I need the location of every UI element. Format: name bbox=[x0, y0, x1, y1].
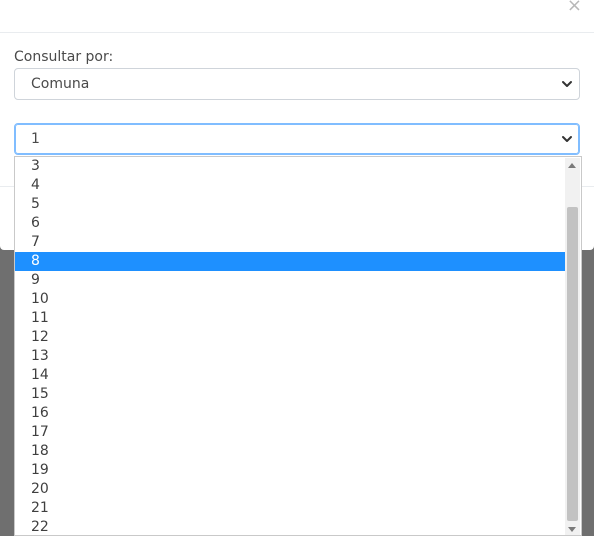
dropdown-option[interactable]: 8 bbox=[15, 252, 565, 271]
dropdown-option[interactable]: 5 bbox=[15, 195, 565, 214]
dropdown-option[interactable]: 10 bbox=[15, 290, 565, 309]
consultar-por-selected-value: Comuna bbox=[31, 76, 90, 92]
consultar-por-label: Consultar por: bbox=[14, 49, 114, 65]
dropdown-option[interactable]: 15 bbox=[15, 385, 565, 404]
dropdown-option[interactable]: 20 bbox=[15, 480, 565, 499]
dropdown-option[interactable]: 3 bbox=[15, 157, 565, 176]
dropdown-option[interactable]: 6 bbox=[15, 214, 565, 233]
scroll-down-icon[interactable] bbox=[568, 527, 576, 532]
chevron-down-icon bbox=[562, 81, 572, 87]
dropdown-option[interactable]: 14 bbox=[15, 366, 565, 385]
scroll-thumb[interactable] bbox=[567, 207, 578, 521]
dropdown-option[interactable]: 18 bbox=[15, 442, 565, 461]
dropdown-option[interactable]: 12 bbox=[15, 328, 565, 347]
dropdown-option[interactable]: 22 bbox=[15, 518, 565, 535]
dropdown-option[interactable]: 9 bbox=[15, 271, 565, 290]
consultar-por-select[interactable]: Comuna bbox=[14, 68, 580, 100]
dropdown-option[interactable]: 13 bbox=[15, 347, 565, 366]
scroll-up-icon[interactable] bbox=[568, 163, 576, 168]
dropdown-option[interactable]: 11 bbox=[15, 309, 565, 328]
dropdown-option[interactable]: 17 bbox=[15, 423, 565, 442]
comuna-number-select[interactable]: 1 bbox=[14, 123, 580, 155]
close-icon[interactable]: × bbox=[567, 0, 582, 16]
comuna-dropdown-list[interactable]: 3 4 5 6 7 8 9 10 11 12 13 14 15 16 17 18 19 20 21 22 bbox=[14, 156, 582, 536]
dropdown-scrollbar[interactable] bbox=[565, 158, 580, 535]
dropdown-option[interactable]: 16 bbox=[15, 404, 565, 423]
chevron-down-icon bbox=[562, 136, 572, 142]
modal-header: × bbox=[0, 0, 594, 33]
dropdown-option[interactable]: 7 bbox=[15, 233, 565, 252]
dropdown-option[interactable]: 4 bbox=[15, 176, 565, 195]
comuna-number-selected-value: 1 bbox=[31, 131, 40, 147]
dropdown-option[interactable]: 21 bbox=[15, 499, 565, 518]
dropdown-option[interactable]: 19 bbox=[15, 461, 565, 480]
